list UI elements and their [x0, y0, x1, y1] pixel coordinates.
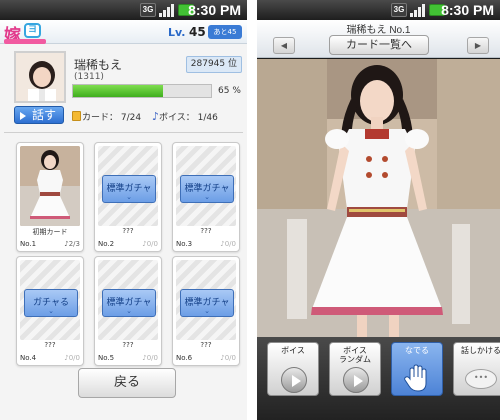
- detail-header: 瑞稀もえ No.1 ◀ カード一覧へ ▶: [257, 20, 500, 58]
- next-card-button[interactable]: ▶: [467, 37, 489, 54]
- card-title: ???: [200, 227, 212, 235]
- chevron-down-icon: ⌄: [204, 193, 210, 201]
- back-button[interactable]: 戻る: [78, 368, 176, 398]
- voice-button[interactable]: ボイス: [267, 342, 319, 396]
- card-voice-count: ♪0/0: [142, 354, 158, 362]
- card-count-text: カード： 7/24: [82, 113, 142, 123]
- play-icon: [281, 367, 307, 393]
- card-slot[interactable]: 標準ガチャ ⌄??? No.6 ♪0/0: [172, 256, 240, 366]
- card-title: ???: [200, 341, 212, 349]
- voice-random-button[interactable]: ボイス ランダム: [329, 342, 381, 396]
- card-list-button[interactable]: カード一覧へ: [329, 35, 429, 55]
- avatar[interactable]: [14, 51, 66, 103]
- card-title: ???: [44, 341, 56, 349]
- signal-icon: [410, 3, 426, 17]
- level-prefix: Lv.: [168, 26, 186, 39]
- card-voice-count: ♪2/3: [64, 240, 80, 248]
- card-photo[interactable]: [257, 59, 500, 337]
- chevron-down-icon: ⌄: [126, 307, 132, 315]
- voice-random-label: ボイス ランダム: [339, 346, 371, 364]
- talk-to-button[interactable]: 話しかける •••: [453, 342, 500, 396]
- next-level-badge: あと45: [208, 25, 242, 39]
- card-detail-screen: 3G 8:30 PM 瑞稀もえ No.1 ◀ カード一覧へ ▶ ボイス ボイス …: [257, 0, 500, 420]
- speech-bubble-icon: •••: [465, 369, 497, 389]
- voice-count-text: ボイス： 1/46: [159, 113, 218, 123]
- card-count: カード： 7/24: [72, 110, 141, 123]
- card-slot[interactable]: ガチャる ⌄??? No.4 ♪0/0: [16, 256, 84, 366]
- progress-fill: [73, 85, 163, 97]
- level-display: Lv. 45: [168, 25, 206, 39]
- play-icon: [343, 367, 369, 393]
- card-number: No.6: [176, 354, 193, 362]
- gacha-button[interactable]: 標準ガチャ ⌄: [180, 175, 234, 203]
- play-triangle-icon: [20, 112, 26, 120]
- card-voice-count: ♪0/0: [220, 354, 236, 362]
- card-list-screen: 3G 8:30 PM 嫁ヨ Lv. 45 あと45 瑞稀もえ (1311) 28…: [0, 0, 247, 420]
- card-voice-count: ♪0/0: [220, 240, 236, 248]
- clock: 8:30 PM: [188, 2, 241, 18]
- card-slot[interactable]: 標準ガチャ ⌄??? No.2 ♪0/0: [94, 142, 162, 252]
- chevron-down-icon: ⌄: [126, 193, 132, 201]
- voice-button-label: ボイス: [281, 346, 305, 355]
- avatar-photo: [16, 53, 64, 101]
- card-slot[interactable]: 初期カード No.1 ♪2/3: [16, 142, 84, 252]
- talk-to-label: 話しかける: [461, 346, 500, 355]
- clock: 8:30 PM: [441, 2, 494, 18]
- card-number: No.5: [98, 354, 115, 362]
- status-bar: 3G 8:30 PM: [0, 0, 247, 20]
- gacha-button[interactable]: ガチャる ⌄: [24, 289, 78, 317]
- pat-button[interactable]: なでる: [391, 342, 443, 396]
- signal-icon: [159, 3, 175, 17]
- app-header: 嫁ヨ Lv. 45 あと45: [0, 20, 247, 46]
- rank-badge: 287945 位: [186, 56, 242, 73]
- card-title: ???: [122, 341, 134, 349]
- divider: [4, 132, 243, 133]
- card-number: No.1: [20, 240, 37, 248]
- card-icon: [72, 111, 81, 121]
- app-logo: 嫁ヨ: [4, 22, 46, 46]
- talk-button[interactable]: 話す: [14, 106, 64, 124]
- voice-count: ♪ボイス： 1/46: [152, 110, 218, 123]
- chevron-down-icon: ⌄: [204, 307, 210, 315]
- network-3g-icon: 3G: [140, 3, 156, 17]
- level-value: 45: [188, 25, 206, 39]
- card-title: 瑞稀もえ No.1: [346, 25, 411, 36]
- card-voice-count: ♪0/0: [64, 354, 80, 362]
- card-title: 初期カード: [32, 228, 68, 236]
- progress-percent: 65 %: [218, 86, 241, 96]
- gacha-button[interactable]: 標準ガチャ ⌄: [180, 289, 234, 317]
- affection-progress-bar: [72, 84, 212, 98]
- hand-icon: [404, 364, 427, 392]
- character-photo: [257, 59, 500, 337]
- network-3g-icon: 3G: [391, 3, 407, 17]
- talk-button-label: 話す: [31, 108, 56, 122]
- card-number: No.3: [176, 240, 193, 248]
- character-name: 瑞稀もえ: [74, 58, 123, 72]
- gacha-button[interactable]: 標準ガチャ ⌄: [102, 175, 156, 203]
- music-note-icon: ♪: [152, 110, 160, 123]
- gacha-button[interactable]: 標準ガチャ ⌄: [102, 289, 156, 317]
- character-id: (1311): [74, 72, 104, 82]
- card-title: ???: [122, 227, 134, 235]
- card-number: No.4: [20, 354, 37, 362]
- card-slot[interactable]: 標準ガチャ ⌄??? No.3 ♪0/0: [172, 142, 240, 252]
- card-slot[interactable]: 標準ガチャ ⌄??? No.5 ♪0/0: [94, 256, 162, 366]
- action-bar: ボイス ボイス ランダム なでる 話しかける •••: [257, 337, 500, 420]
- pat-button-label: なでる: [405, 346, 429, 355]
- prev-card-button[interactable]: ◀: [273, 37, 295, 54]
- chevron-down-icon: ⌄: [48, 307, 54, 315]
- card-voice-count: ♪0/0: [142, 240, 158, 248]
- card-thumbnail: [20, 146, 80, 226]
- status-bar: 3G 8:30 PM: [257, 0, 500, 20]
- card-number: No.2: [98, 240, 115, 248]
